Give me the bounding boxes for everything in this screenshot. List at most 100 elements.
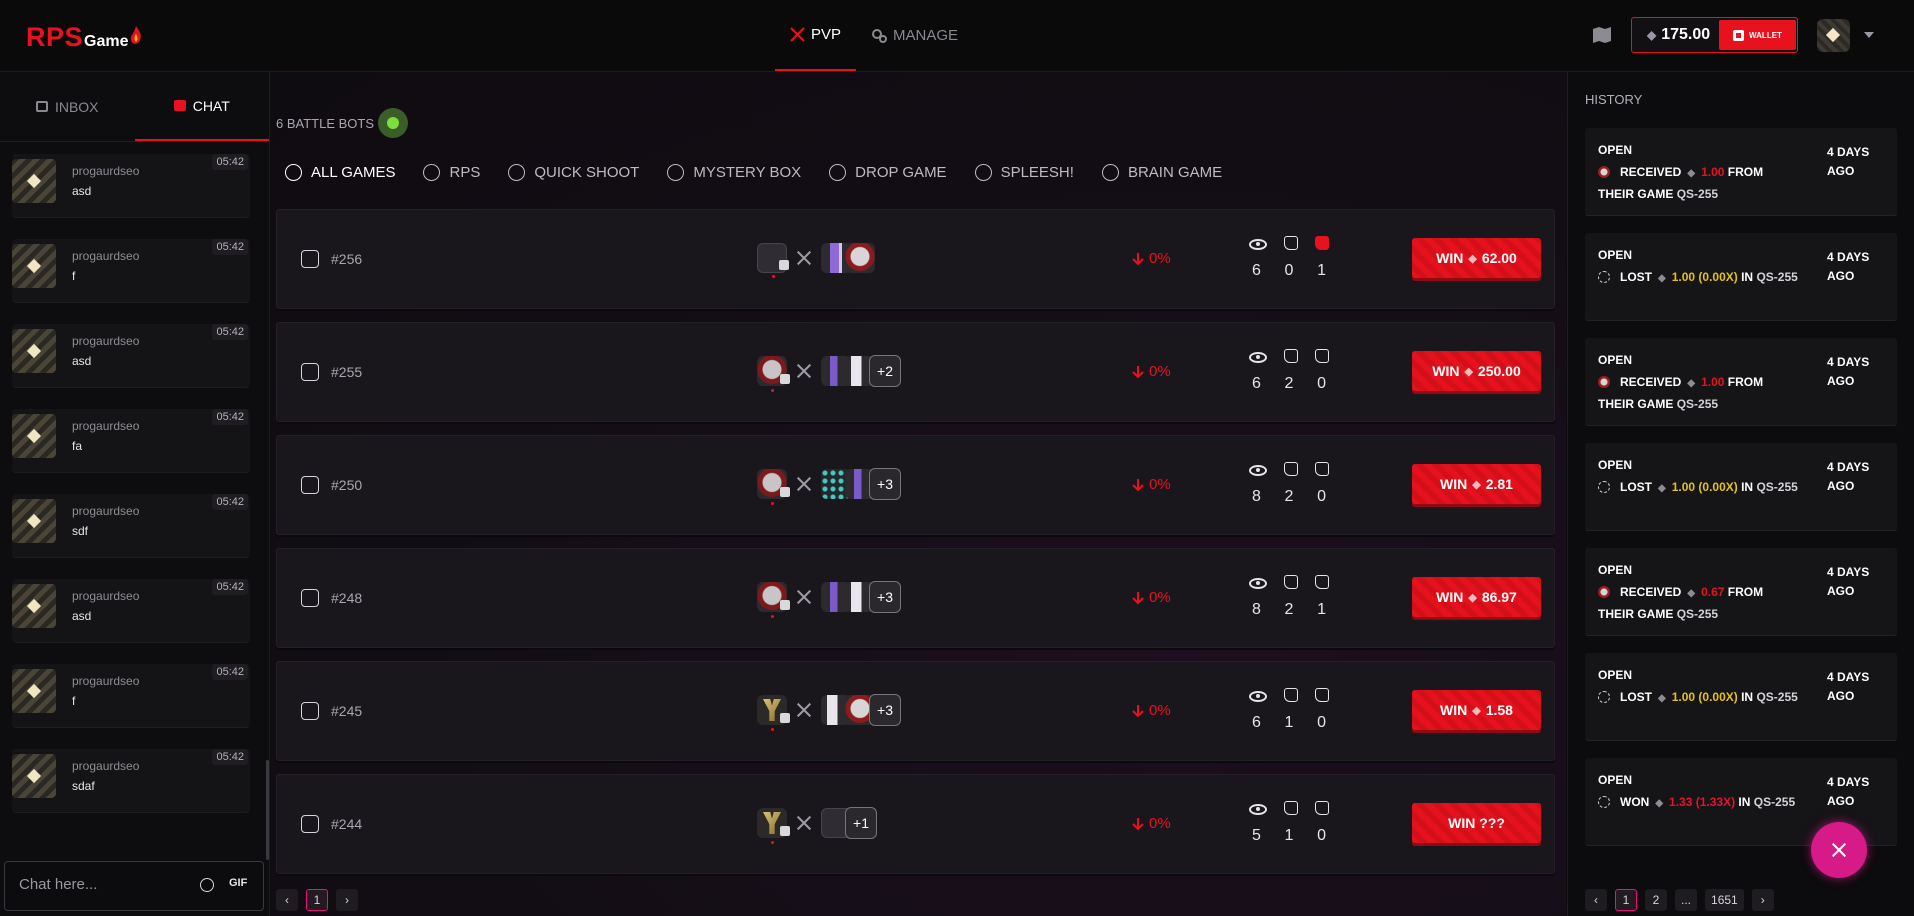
history-item[interactable]: OPEN LOST ◆ 1.00 (0.00X) IN QS-255 4 DAYS … [1585, 443, 1897, 531]
page-button[interactable]: 1651 [1705, 889, 1744, 911]
avatar[interactable] [12, 499, 56, 543]
chat-username[interactable]: progaurdseo [72, 334, 139, 348]
game-stats: 8 2 0 [1249, 462, 1329, 506]
tab-quick-shoot[interactable]: QUICK SHOOT [508, 164, 639, 181]
map-icon[interactable] [1592, 26, 1612, 44]
thumbs-up-icon[interactable] [1284, 349, 1298, 363]
avatar[interactable] [12, 244, 56, 288]
thumbs-down-icon[interactable] [1315, 236, 1329, 250]
avatar[interactable] [12, 669, 56, 713]
tab-brain-game[interactable]: BRAIN GAME [1101, 164, 1222, 181]
tab-all-games[interactable]: ALL GAMES [285, 164, 395, 181]
win-button[interactable]: WIN ◆ 250.00 [1412, 351, 1541, 391]
history-game[interactable]: QS-255 [1754, 795, 1795, 809]
chevron-down-icon[interactable] [1864, 32, 1874, 38]
nav-manage[interactable]: MANAGE [856, 0, 973, 71]
more-players-badge[interactable]: +1 [845, 807, 877, 839]
game-row[interactable]: #245 +3 0% 6 1 0 WIN ◆ 1.58 [276, 661, 1555, 761]
thumbs-down-icon[interactable] [1315, 575, 1329, 589]
game-row[interactable]: #255 +2 0% 6 2 0 WIN ◆ 250.00 [276, 322, 1555, 422]
history-item[interactable]: OPEN LOST ◆ 1.00 (0.00X) IN QS-255 4 DAYS … [1585, 233, 1897, 321]
thumbs-down-icon[interactable] [1315, 688, 1329, 702]
history-game[interactable]: QS-255 [1756, 480, 1797, 494]
tab-chat[interactable]: CHAT [134, 72, 269, 141]
win-button[interactable]: WIN ◆ 86.97 [1412, 577, 1541, 617]
win-button[interactable]: WIN ??? [1412, 803, 1541, 843]
tab-spleesh[interactable]: SPLEESH! [974, 164, 1074, 181]
game-row[interactable]: #256 0% 6 0 1 WIN ◆ 62.00 [276, 209, 1555, 309]
thumbs-up-icon[interactable] [1284, 688, 1298, 702]
game-row[interactable]: #244 +1 0% 5 1 0 WIN ??? [276, 774, 1555, 874]
win-button[interactable]: WIN ◆ 1.58 [1412, 690, 1541, 730]
history-item[interactable]: OPEN RECEIVED ◆ 0.67 FROM THEIR GAME QS-25… [1585, 548, 1897, 636]
avatar[interactable] [757, 469, 790, 505]
chat-username[interactable]: progaurdseo [72, 589, 139, 603]
prev-page-button[interactable]: ‹ [1585, 889, 1607, 911]
tab-inbox[interactable]: INBOX [0, 72, 135, 141]
thumbs-down-icon[interactable] [1315, 349, 1329, 363]
avatar[interactable] [12, 159, 56, 203]
avatar[interactable] [757, 243, 789, 278]
chat-username[interactable]: progaurdseo [72, 759, 139, 773]
top-bar: RPS Game PVP MANAGE ◆ 175.00 WALLET [0, 0, 1914, 72]
chat-username[interactable]: progaurdseo [72, 674, 139, 688]
prev-page-button[interactable]: ‹ [276, 889, 298, 911]
user-avatar[interactable] [1817, 19, 1850, 52]
chat-username[interactable]: progaurdseo [72, 164, 139, 178]
page-button[interactable]: 2 [1645, 889, 1667, 911]
history-item[interactable]: OPEN RECEIVED ◆ 1.00 FROM THEIR GAME QS-25… [1585, 338, 1897, 426]
close-fab-button[interactable] [1811, 822, 1867, 878]
game-row[interactable]: #248 +3 0% 8 2 1 WIN ◆ 86.97 [276, 548, 1555, 648]
gif-button[interactable]: GIF [229, 877, 247, 889]
chat-username[interactable]: progaurdseo [72, 249, 139, 263]
avatar[interactable] [12, 584, 56, 628]
thumbs-down-icon[interactable] [1315, 801, 1329, 815]
more-players-badge[interactable]: +2 [869, 355, 901, 387]
win-button[interactable]: WIN ◆ 62.00 [1412, 238, 1541, 278]
thumbs-up-icon[interactable] [1284, 462, 1298, 476]
history-game[interactable]: QS-255 [1677, 187, 1718, 201]
thumbs-down-icon[interactable] [1315, 462, 1329, 476]
avatar[interactable] [12, 754, 56, 798]
win-button[interactable]: WIN ◆ 2.81 [1412, 464, 1541, 504]
more-players-badge[interactable]: +3 [869, 581, 901, 613]
history-game[interactable]: QS-255 [1677, 607, 1718, 621]
next-page-button[interactable]: › [1751, 889, 1774, 911]
history-item[interactable]: OPEN RECEIVED ◆ 1.00 FROM THEIR GAME QS-25… [1585, 128, 1897, 216]
thumbs-up-icon[interactable] [1284, 236, 1298, 250]
game-row[interactable]: #250 +3 0% 8 2 0 WIN ◆ 2.81 [276, 435, 1555, 535]
badge-icon [780, 600, 790, 610]
wallet-button[interactable]: WALLET [1719, 20, 1796, 50]
chat-username[interactable]: progaurdseo [72, 504, 139, 518]
history-game[interactable]: QS-255 [1756, 690, 1797, 704]
tab-rps[interactable]: RPS [423, 164, 480, 181]
avatar[interactable] [12, 329, 56, 373]
history-list[interactable]: OPEN RECEIVED ◆ 1.00 FROM THEIR GAME QS-25… [1585, 128, 1897, 863]
history-game[interactable]: QS-255 [1756, 270, 1797, 284]
more-players-badge[interactable]: +3 [869, 468, 901, 500]
history-item[interactable]: OPEN LOST ◆ 1.00 (0.00X) IN QS-255 4 DAYS … [1585, 653, 1897, 741]
avatar[interactable] [12, 414, 56, 458]
more-players-badge[interactable]: +3 [869, 694, 901, 726]
page-button[interactable]: 1 [306, 889, 328, 911]
emoji-icon[interactable] [200, 878, 214, 892]
avatar[interactable] [757, 356, 790, 392]
chat-scrollbar[interactable] [266, 760, 269, 860]
avatar[interactable] [757, 582, 790, 618]
avatar[interactable] [757, 695, 790, 731]
avatar[interactable] [845, 243, 875, 273]
chat-username[interactable]: progaurdseo [72, 419, 139, 433]
nav-pvp[interactable]: PVP [775, 0, 857, 71]
thumbs-up-icon[interactable] [1284, 575, 1298, 589]
tab-mystery-box[interactable]: MYSTERY BOX [667, 164, 801, 181]
tab-drop-game[interactable]: DROP GAME [829, 164, 947, 181]
avatar[interactable] [757, 808, 790, 844]
chat-input[interactable] [19, 876, 179, 893]
game-type-icon [301, 363, 319, 381]
rpsgame-logo[interactable]: RPS Game [26, 22, 142, 52]
thumbs-up-icon[interactable] [1284, 801, 1298, 815]
history-game[interactable]: QS-255 [1677, 397, 1718, 411]
page-button[interactable]: 1 [1615, 889, 1637, 911]
chat-list[interactable]: progaurdseo asd 05:42 progaurdseo f 05:42 pr… [0, 154, 260, 834]
next-page-button[interactable]: › [336, 889, 358, 911]
